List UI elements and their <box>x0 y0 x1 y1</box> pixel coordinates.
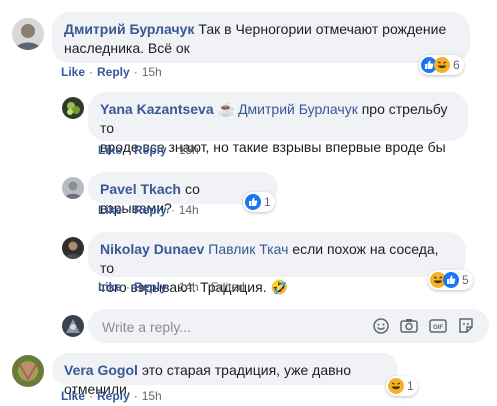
reply-link[interactable]: Reply <box>97 389 130 403</box>
comment-text-line2: наследника. Всё ок <box>64 40 190 56</box>
timestamp[interactable]: 15h <box>142 65 162 79</box>
timestamp[interactable]: 15h <box>142 389 162 403</box>
edited-label[interactable]: Edited <box>211 280 245 294</box>
like-icon <box>245 194 261 210</box>
comment-author[interactable]: Nikolay Dunaev <box>100 241 204 257</box>
reaction-count: 5 <box>462 273 469 287</box>
comment-actions: Like · Reply · 15h <box>61 389 162 403</box>
like-link[interactable]: Like <box>98 203 122 217</box>
reaction-summary[interactable]: 1 <box>243 192 275 212</box>
avatar[interactable] <box>62 177 84 199</box>
rofl-emoji-icon: 🤣 <box>270 279 288 295</box>
svg-text:GIF: GIF <box>433 325 443 331</box>
comment-bubble: Vera Gogol это старая традиция, уже давно… <box>52 353 398 397</box>
emoji-icon[interactable] <box>371 317 391 335</box>
comment-bubble: Yana Kazantseva ☕ Дмитрий Бурлачук про стр… <box>88 92 468 155</box>
comment-bubble: Nikolay Dunaev Павлик Ткач если похож на … <box>88 232 466 295</box>
like-link[interactable]: Like <box>61 65 85 79</box>
reply-link[interactable]: Reply <box>97 65 130 79</box>
haha-icon <box>388 378 404 394</box>
reply-input[interactable] <box>100 316 354 338</box>
comment-author[interactable]: Дмитрий Бурлачук <box>64 21 194 37</box>
reply-link[interactable]: Reply <box>134 203 167 217</box>
reaction-summary[interactable]: 1 <box>386 376 418 396</box>
like-link[interactable]: Like <box>98 280 122 294</box>
reaction-summary[interactable]: 5 <box>428 270 473 290</box>
like-link[interactable]: Like <box>61 389 85 403</box>
comment-actions: Like · Reply · 14h · Edited <box>98 280 245 294</box>
avatar[interactable] <box>12 355 44 387</box>
comment-text: Так в Черногории отмечают рождение <box>198 21 447 37</box>
camera-icon[interactable] <box>399 317 419 335</box>
mention-link[interactable]: Павлик Ткач <box>208 241 288 257</box>
reaction-count: 1 <box>407 379 414 393</box>
avatar[interactable] <box>62 237 84 259</box>
reaction-count: 1 <box>264 195 271 209</box>
reaction-summary[interactable]: 6 <box>419 55 464 75</box>
like-link[interactable]: Like <box>98 143 122 157</box>
reaction-count: 6 <box>453 58 460 72</box>
current-user-avatar[interactable] <box>62 315 84 337</box>
comment-author[interactable]: Pavel Tkach <box>100 181 181 197</box>
avatar[interactable] <box>62 97 84 119</box>
comment-actions: Like · Reply · 15h <box>98 143 199 157</box>
gif-icon[interactable]: GIF <box>428 317 448 335</box>
reply-link[interactable]: Reply <box>134 143 167 157</box>
timestamp[interactable]: 14h <box>179 203 199 217</box>
sticker-icon[interactable] <box>456 317 476 335</box>
timestamp[interactable]: 15h <box>179 143 199 157</box>
timestamp[interactable]: 14h <box>179 280 199 294</box>
like-icon <box>443 272 459 288</box>
comment-bubble: Дмитрий Бурлачук Так в Черногории отмечаю… <box>52 12 470 63</box>
coffee-icon: ☕ <box>217 101 236 117</box>
comment-actions: Like · Reply · 15h <box>61 65 162 79</box>
mention-link[interactable]: Дмитрий Бурлачук <box>238 101 358 117</box>
reply-box: GIF <box>88 309 489 343</box>
reply-link[interactable]: Reply <box>134 280 167 294</box>
comment-author[interactable]: Yana Kazantseva <box>100 101 214 117</box>
avatar[interactable] <box>12 18 44 50</box>
comment-actions: Like · Reply · 14h <box>98 203 199 217</box>
comment-author[interactable]: Vera Gogol <box>64 362 138 378</box>
haha-icon <box>434 57 450 73</box>
